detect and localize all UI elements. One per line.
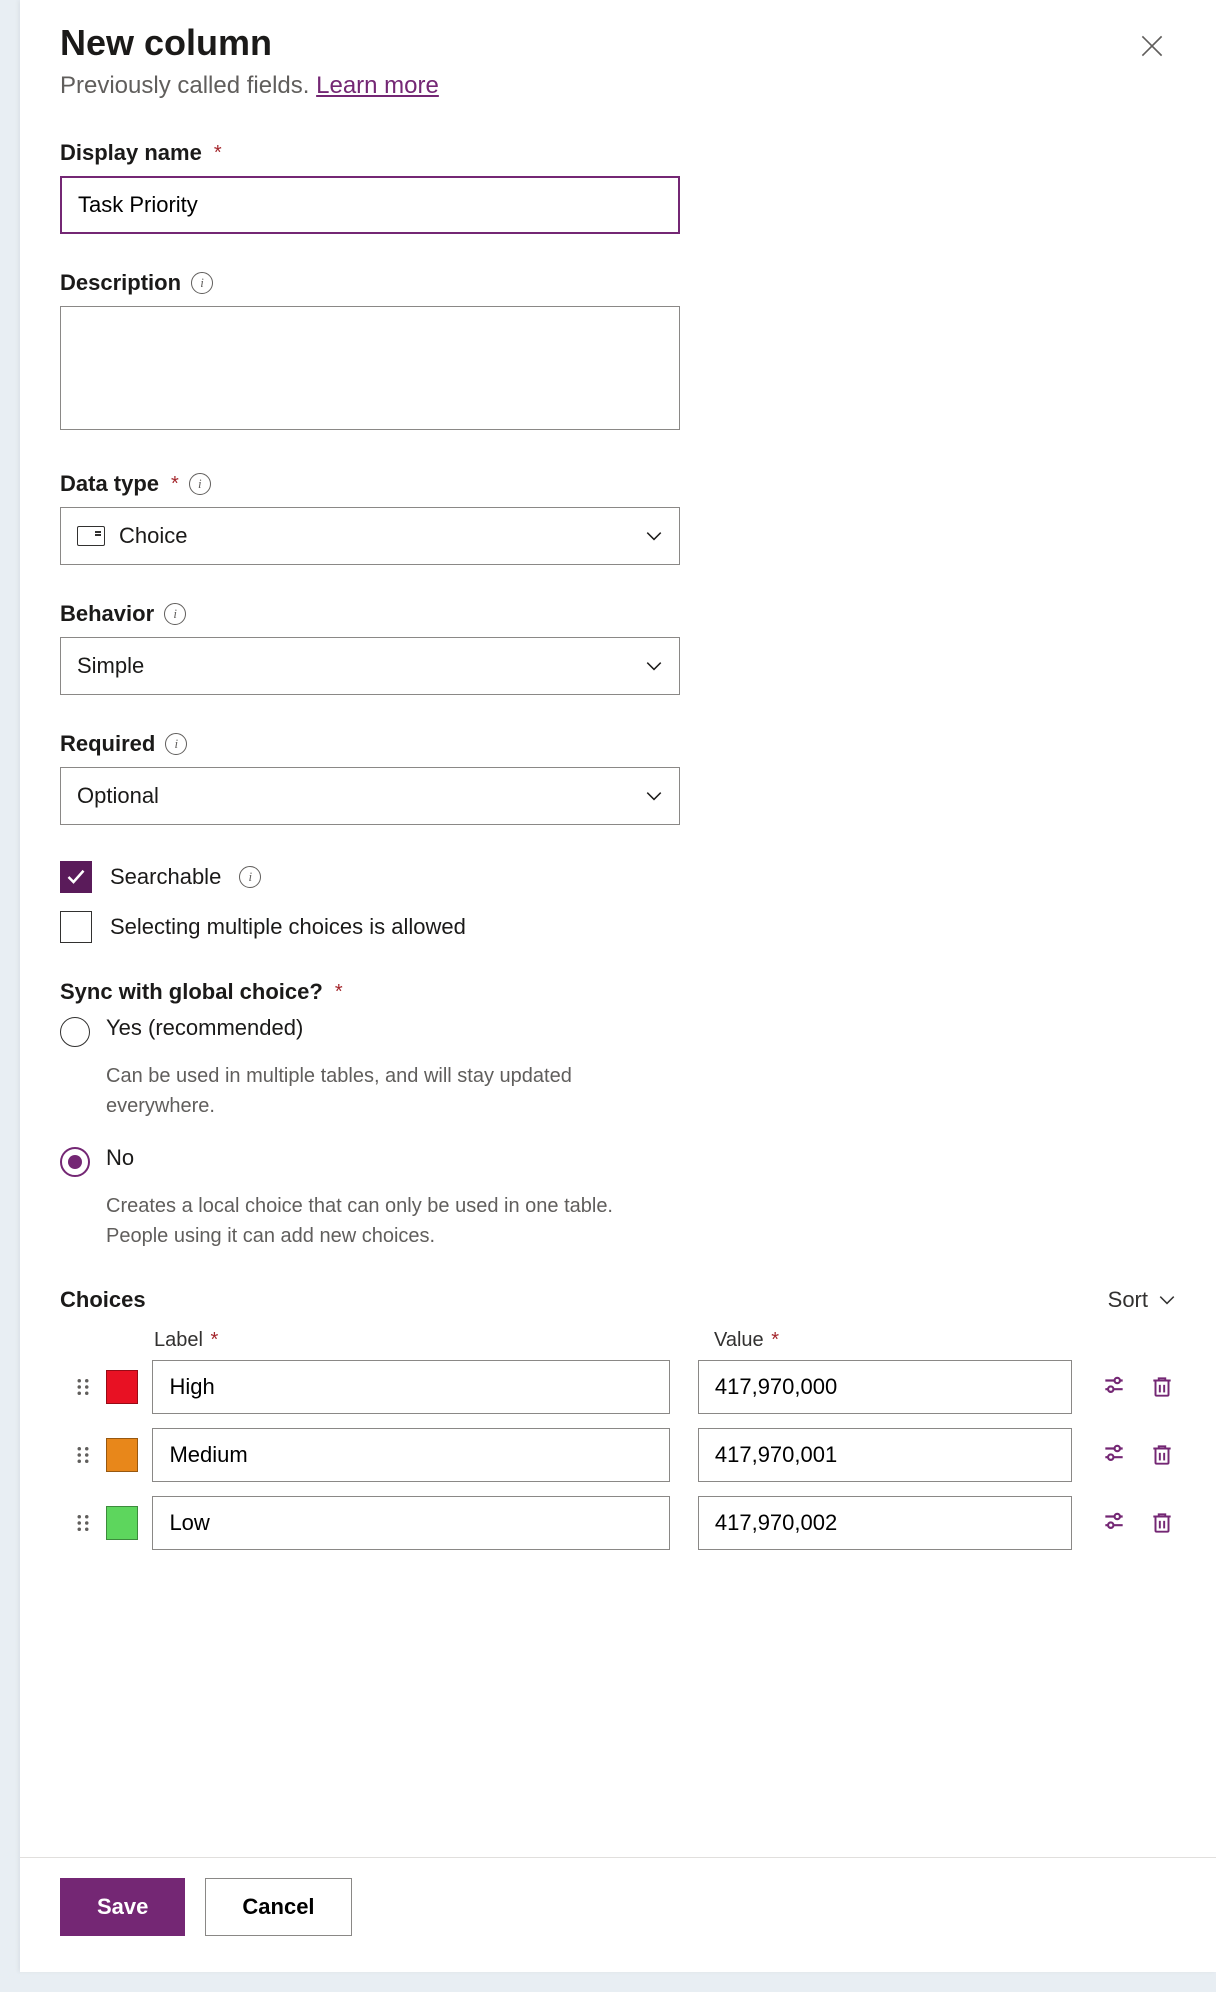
choice-type-icon	[77, 526, 105, 546]
chevron-down-icon	[645, 787, 663, 805]
sync-yes-desc: Can be used in multiple tables, and will…	[106, 1061, 666, 1121]
description-input[interactable]	[60, 306, 680, 430]
sync-no-desc: Creates a local choice that can only be …	[106, 1191, 666, 1251]
choice-label-input[interactable]	[152, 1360, 669, 1414]
sort-button[interactable]: Sort	[1108, 1287, 1176, 1313]
description-label: Description	[60, 270, 181, 296]
col-label-text: Label	[154, 1329, 203, 1351]
cancel-button[interactable]: Cancel	[205, 1878, 351, 1936]
drag-handle[interactable]	[60, 1377, 106, 1397]
choice-row	[60, 1428, 1176, 1482]
required-marker: *	[214, 142, 222, 165]
color-swatch[interactable]	[106, 1506, 139, 1540]
choice-settings-button[interactable]	[1100, 1509, 1128, 1537]
choice-settings-button[interactable]	[1100, 1441, 1128, 1469]
info-icon[interactable]: i	[189, 473, 211, 495]
searchable-label: Searchable	[110, 864, 221, 890]
searchable-row: Searchable i	[60, 861, 680, 893]
check-icon	[66, 867, 86, 887]
form-body: Display name * Description i Data type *…	[20, 110, 680, 1251]
behavior-value: Simple	[77, 653, 144, 679]
chevron-down-icon	[1158, 1291, 1176, 1309]
behavior-field: Behavior i Simple	[60, 601, 680, 695]
multiselect-label: Selecting multiple choices is allowed	[110, 914, 466, 940]
display-name-label: Display name	[60, 140, 202, 166]
choice-delete-button[interactable]	[1148, 1441, 1176, 1469]
choice-value-input[interactable]	[698, 1496, 1072, 1550]
multiselect-checkbox[interactable]	[60, 911, 92, 943]
choice-columns-header: Label * Value *	[60, 1329, 1176, 1352]
drag-handle[interactable]	[60, 1513, 106, 1533]
choice-label-input[interactable]	[152, 1428, 669, 1482]
choice-label-input[interactable]	[152, 1496, 669, 1550]
required-field: Required i Optional	[60, 731, 680, 825]
sync-label: Sync with global choice?	[60, 979, 323, 1005]
subtitle-text: Previously called fields.	[60, 72, 309, 99]
info-icon[interactable]: i	[164, 603, 186, 625]
required-marker: *	[771, 1329, 779, 1351]
sync-no-radio[interactable]	[60, 1147, 90, 1177]
behavior-label: Behavior	[60, 601, 154, 627]
searchable-checkbox[interactable]	[60, 861, 92, 893]
sync-yes-radio[interactable]	[60, 1017, 90, 1047]
display-name-field: Display name *	[60, 140, 680, 234]
panel-subtitle: Previously called fields. Learn more	[60, 72, 1176, 100]
choice-value-input[interactable]	[698, 1360, 1072, 1414]
behavior-select[interactable]: Simple	[60, 637, 680, 695]
required-select[interactable]: Optional	[60, 767, 680, 825]
choices-section: Choices Sort Label * Value *	[20, 1287, 1216, 1550]
color-swatch[interactable]	[106, 1370, 139, 1404]
display-name-input[interactable]	[60, 176, 680, 234]
info-icon[interactable]: i	[239, 866, 261, 888]
sync-radio-group: Yes (recommended) Can be used in multipl…	[60, 1015, 680, 1251]
choice-row	[60, 1360, 1176, 1414]
choices-title: Choices	[60, 1287, 146, 1313]
required-label: Required	[60, 731, 155, 757]
drag-handle[interactable]	[60, 1445, 106, 1465]
required-value: Optional	[77, 783, 159, 809]
data-type-label: Data type	[60, 471, 159, 497]
choice-settings-button[interactable]	[1100, 1373, 1128, 1401]
required-marker: *	[335, 981, 343, 1004]
close-button[interactable]	[1136, 30, 1168, 62]
close-icon	[1141, 35, 1163, 57]
sort-label: Sort	[1108, 1287, 1148, 1313]
new-column-panel: New column Previously called fields. Lea…	[20, 0, 1216, 1972]
col-value-text: Value	[714, 1329, 764, 1351]
panel-title: New column	[60, 22, 1176, 64]
sync-no-label: No	[106, 1145, 134, 1171]
multiselect-row: Selecting multiple choices is allowed	[60, 911, 680, 943]
description-field: Description i	[60, 270, 680, 435]
panel-header: New column Previously called fields. Lea…	[20, 0, 1216, 110]
chevron-down-icon	[645, 657, 663, 675]
choice-rows	[60, 1360, 1176, 1550]
required-marker: *	[171, 473, 179, 496]
choice-row	[60, 1496, 1176, 1550]
info-icon[interactable]: i	[165, 733, 187, 755]
required-marker: *	[211, 1329, 219, 1351]
learn-more-link[interactable]: Learn more	[316, 72, 439, 99]
chevron-down-icon	[645, 527, 663, 545]
data-type-value: Choice	[119, 523, 187, 549]
data-type-select[interactable]: Choice	[60, 507, 680, 565]
save-button[interactable]: Save	[60, 1878, 185, 1936]
choice-value-input[interactable]	[698, 1428, 1072, 1482]
sync-yes-label: Yes (recommended)	[106, 1015, 303, 1041]
data-type-field: Data type * i Choice	[60, 471, 680, 565]
footer: Save Cancel	[20, 1857, 1216, 1972]
sync-field: Sync with global choice? * Yes (recommen…	[60, 979, 680, 1251]
choice-delete-button[interactable]	[1148, 1509, 1176, 1537]
choice-delete-button[interactable]	[1148, 1373, 1176, 1401]
color-swatch[interactable]	[106, 1438, 139, 1472]
info-icon[interactable]: i	[191, 272, 213, 294]
